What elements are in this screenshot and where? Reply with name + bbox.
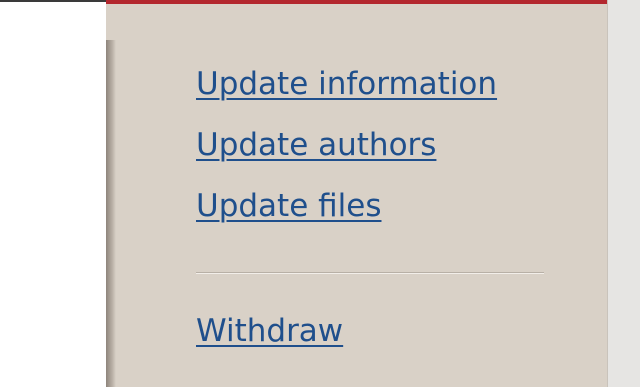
- panel-shadow: [106, 40, 116, 387]
- withdraw-link[interactable]: Withdraw: [196, 311, 343, 351]
- update-information-link[interactable]: Update information: [196, 64, 556, 104]
- page: Update information Update authors Update…: [0, 0, 640, 387]
- menu-divider: [196, 272, 544, 274]
- actions-menu: Update information Update authors Update…: [196, 64, 556, 247]
- page-right-edge: [607, 0, 640, 387]
- update-authors-link[interactable]: Update authors: [196, 125, 556, 165]
- update-files-link[interactable]: Update files: [196, 186, 556, 226]
- top-rule: [0, 0, 106, 2]
